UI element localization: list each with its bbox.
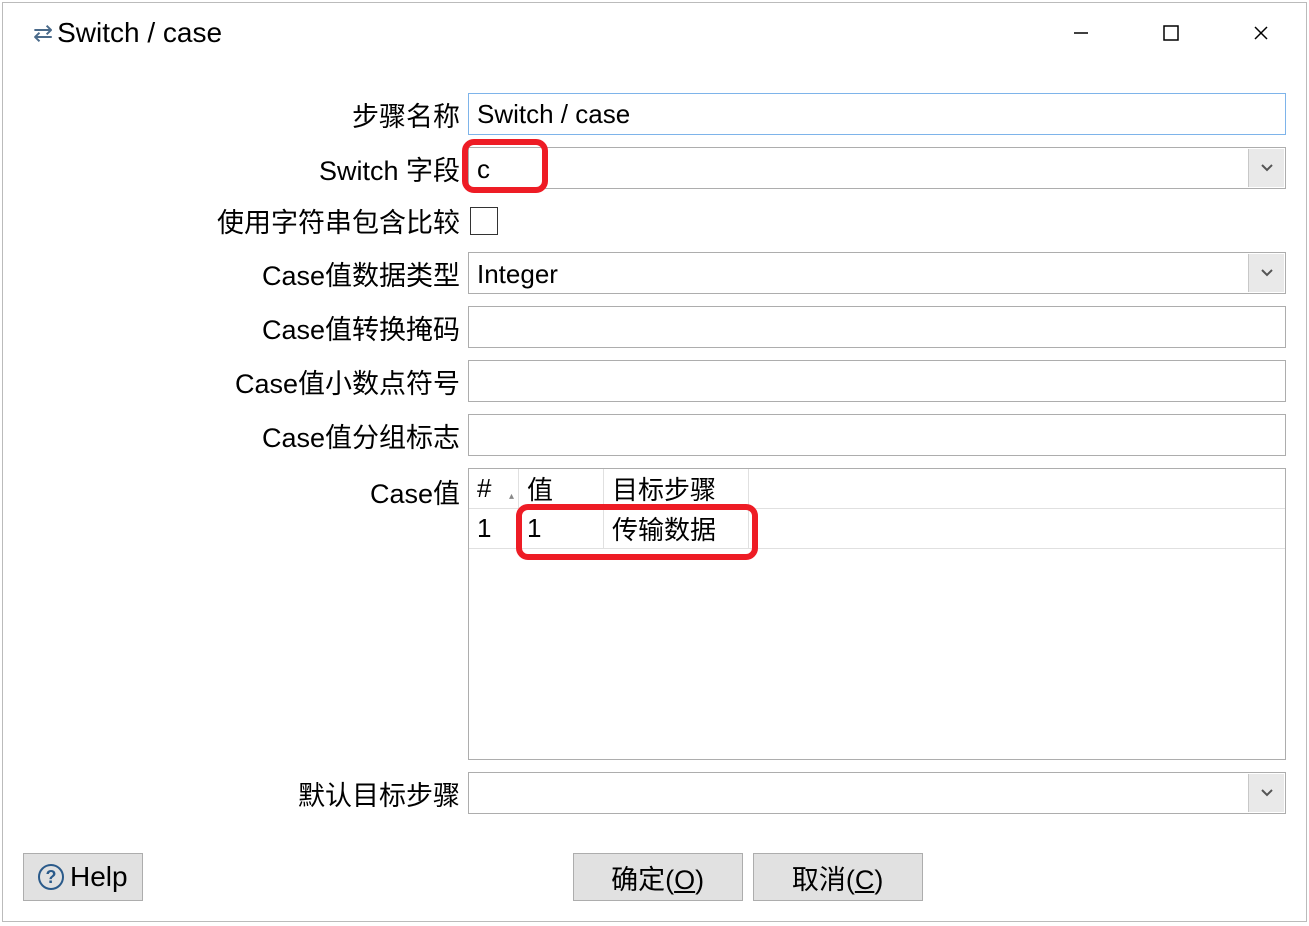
- titlebar: ⇄ Switch / case: [3, 3, 1306, 63]
- default-target-combo[interactable]: [468, 772, 1286, 814]
- case-type-combo[interactable]: Integer: [468, 252, 1286, 294]
- step-name-label: 步骤名称: [23, 95, 468, 134]
- col-header-target[interactable]: 目标步骤: [604, 469, 749, 508]
- help-label: Help: [70, 861, 128, 893]
- case-values-label: Case值: [23, 468, 468, 511]
- case-decimal-input[interactable]: [468, 360, 1286, 402]
- maximize-button[interactable]: [1126, 3, 1216, 63]
- case-values-table[interactable]: #▴ 值 目标步骤 1 1 传输数据: [468, 468, 1286, 760]
- window-controls: [1036, 3, 1306, 63]
- chevron-down-icon[interactable]: [1248, 149, 1284, 187]
- table-row[interactable]: 1 1 传输数据: [469, 509, 1285, 549]
- case-group-input[interactable]: [468, 414, 1286, 456]
- case-type-value: Integer: [477, 259, 558, 289]
- case-mask-input[interactable]: [468, 306, 1286, 348]
- cell-value[interactable]: 1: [519, 509, 604, 548]
- use-contains-checkbox[interactable]: [470, 207, 498, 235]
- step-name-input[interactable]: [468, 93, 1286, 135]
- minimize-button[interactable]: [1036, 3, 1126, 63]
- app-icon: ⇄: [33, 19, 47, 48]
- form-area: 步骤名称 Switch 字段 c 使用字符串包含比较: [3, 63, 1306, 843]
- case-type-label: Case值数据类型: [23, 254, 468, 293]
- chevron-down-icon[interactable]: [1248, 774, 1284, 812]
- switch-field-combo[interactable]: c: [468, 147, 1286, 189]
- cell-target[interactable]: 传输数据: [604, 509, 749, 548]
- help-icon: ?: [38, 864, 64, 890]
- cell-idx: 1: [469, 509, 519, 548]
- sort-arrow-icon: ▴: [509, 491, 514, 502]
- window-title: Switch / case: [57, 17, 222, 49]
- ok-button[interactable]: 确定(O): [573, 853, 743, 901]
- use-contains-label: 使用字符串包含比较: [23, 201, 468, 240]
- col-header-idx[interactable]: #▴: [469, 469, 519, 508]
- button-bar: ? Help 确定(O) 取消(C): [3, 843, 1306, 921]
- help-button[interactable]: ? Help: [23, 853, 143, 901]
- case-mask-label: Case值转换掩码: [23, 308, 468, 347]
- case-group-label: Case值分组标志: [23, 416, 468, 455]
- table-header-row: #▴ 值 目标步骤: [469, 469, 1285, 509]
- default-target-label: 默认目标步骤: [23, 774, 468, 813]
- case-decimal-label: Case值小数点符号: [23, 362, 468, 401]
- switch-field-label: Switch 字段: [23, 149, 468, 188]
- close-button[interactable]: [1216, 3, 1306, 63]
- chevron-down-icon[interactable]: [1248, 254, 1284, 292]
- cancel-button[interactable]: 取消(C): [753, 853, 923, 901]
- col-header-value[interactable]: 值: [519, 469, 604, 508]
- switch-case-dialog: ⇄ Switch / case 步骤名称 Switch 字段 c: [2, 2, 1307, 922]
- switch-field-value: c: [477, 154, 490, 184]
